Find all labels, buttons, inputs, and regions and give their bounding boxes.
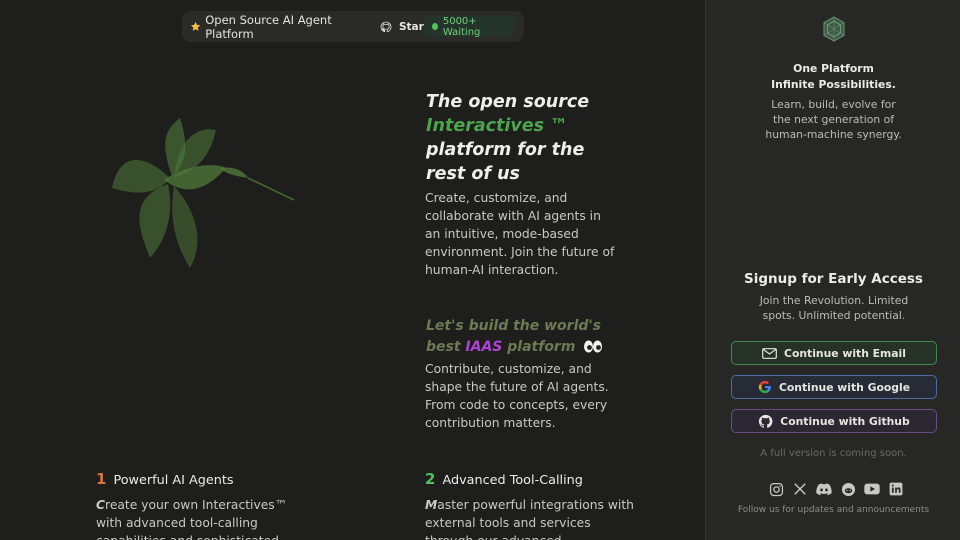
star-icon [190, 21, 201, 31]
feature-title: Powerful AI Agents [113, 473, 234, 488]
button-label: Continue with Google [778, 380, 911, 394]
feature-desc-initial: M [425, 498, 438, 512]
feature-desc-initial: C [96, 498, 106, 512]
youtube-icon[interactable] [864, 481, 880, 497]
hero-title-line: platform for the [426, 140, 585, 160]
mail-icon [762, 347, 777, 359]
feature-description: Master powerful integrations with extern… [425, 496, 635, 540]
reddit-icon[interactable] [840, 481, 856, 497]
hero-title-line: The open source [426, 92, 590, 112]
waiting-label: 5000+ Waiting [442, 15, 481, 38]
announcement-pill: Open Source AI Agent Platform Star 5000+… [182, 11, 524, 42]
continue-with-github-button[interactable]: Continue with Github [731, 409, 937, 433]
build-title: Let's build the world's best IAAS platfo… [426, 316, 636, 358]
github-star-button[interactable]: Star [380, 21, 424, 33]
signup-subtitle: Join the Revolution. Limited spots. Unli… [759, 294, 909, 322]
feature-desc-rest: reate your own Interactives™ with advanc… [96, 498, 287, 540]
signup-panel: One Platform Infinite Possibilities. Lea… [705, 0, 960, 540]
open-source-tag: Open Source AI Agent Platform [190, 13, 360, 41]
feature-title: Advanced Tool-Calling [442, 473, 583, 488]
instagram-icon[interactable] [768, 481, 784, 497]
button-label: Continue with Email [784, 346, 906, 360]
hero-title-line: rest of us [426, 164, 520, 184]
panel-tagline: One Platform Infinite Possibilities. [706, 61, 960, 93]
tag-label: Open Source AI Agent Platform [205, 12, 332, 41]
build-title-highlight: IAAS [465, 339, 503, 355]
status-dot [431, 23, 438, 30]
hero-title-highlight: Interactives ™ [426, 116, 568, 136]
follow-note: Follow us for updates and announcements [737, 505, 930, 515]
hero-title: The open source Interactives ™ platform … [426, 90, 646, 186]
coming-soon-note: A full version is coming soon. [760, 448, 907, 459]
google-icon [758, 380, 771, 394]
feature-number: 1 [96, 470, 107, 488]
feature-number: 2 [425, 470, 436, 488]
github-icon [759, 414, 773, 428]
continue-with-email-button[interactable]: Continue with Email [731, 341, 937, 365]
social-links [768, 481, 904, 497]
tagline-subtext: Learn, build, evolve for the next genera… [765, 98, 902, 141]
linkedin-icon[interactable] [888, 481, 904, 497]
hero-description: Create, customize, and collaborate with … [425, 191, 615, 277]
feature-desc-rest: aster powerful integrations with externa… [425, 498, 634, 540]
build-title-text: platform [507, 339, 576, 355]
discord-icon[interactable] [816, 481, 832, 497]
tagline-line: One Platform [793, 62, 874, 75]
feature-tool-calling: 2 Advanced Tool-Calling Master powerful … [425, 470, 635, 540]
tagline-line: Infinite Possibilities. [771, 78, 896, 91]
button-label: Continue with Github [780, 414, 910, 428]
hummingbird-logo [112, 118, 295, 268]
github-icon [380, 21, 392, 32]
waiting-badge: 5000+ Waiting [423, 15, 516, 38]
signup-title: Signup for Early Access [744, 271, 923, 287]
eyes-icon [584, 340, 603, 353]
build-description: Contribute, customize, and shape the fut… [425, 362, 609, 430]
feature-powerful-agents: 1 Powerful AI Agents Create your own Int… [96, 470, 306, 540]
star-label: Star [398, 20, 424, 33]
x-icon[interactable] [792, 481, 808, 497]
platform-logo-icon [823, 16, 845, 42]
continue-with-google-button[interactable]: Continue with Google [731, 375, 937, 399]
feature-description: Create your own Interactives™ with advan… [96, 496, 306, 540]
